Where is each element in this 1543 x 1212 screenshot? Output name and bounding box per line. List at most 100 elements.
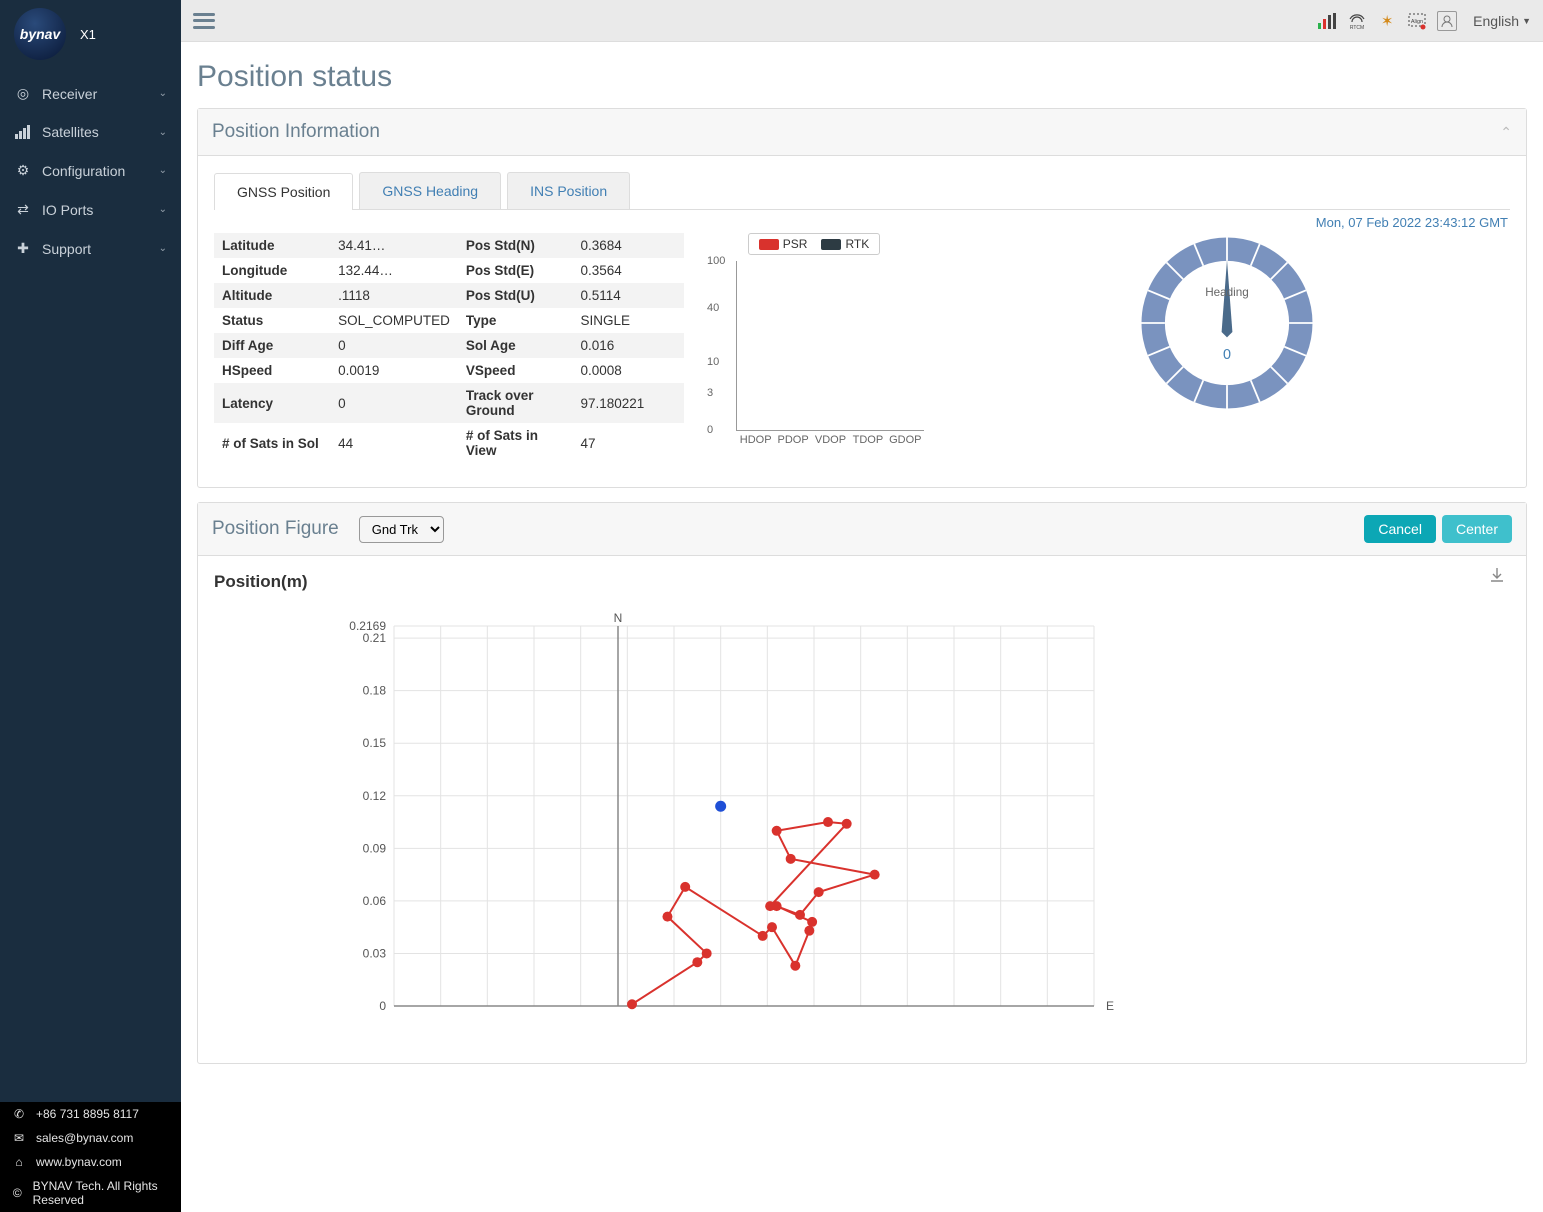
dop-xtick: PDOP: [778, 434, 809, 446]
sidebar-item-satellites[interactable]: Satellites⌄: [0, 113, 181, 151]
track-select[interactable]: Gnd Trk: [359, 516, 444, 543]
panel-position-figure: Position Figure Gnd Trk Cancel Center Po…: [197, 502, 1527, 1064]
sidebar-footer: ✆+86 731 8895 8117 ✉sales@bynav.com ⌂www…: [0, 1102, 181, 1212]
user-icon[interactable]: [1437, 11, 1457, 31]
nav-label: Receiver: [42, 86, 97, 102]
footer-phone: ✆ +86 731 8895 8117: [0, 1102, 181, 1126]
cell-value: 0: [330, 333, 458, 358]
dop-xtick: HDOP: [740, 434, 772, 446]
dop-legend: PSR RTK: [748, 233, 880, 255]
cell-key: # of Sats in View: [458, 423, 573, 463]
brand: bynav X1: [0, 0, 181, 74]
cell-value: 0.3684: [573, 233, 685, 258]
nav-label: Configuration: [42, 163, 125, 179]
chevron-down-icon: ⌄: [159, 243, 167, 254]
cell-value: SINGLE: [573, 308, 685, 333]
signal-icon[interactable]: [1317, 11, 1337, 31]
cell-value: SOL_COMPUTED: [330, 308, 458, 333]
footer-email-text: sales@bynav.com: [36, 1131, 133, 1145]
footer-web: ⌂www.bynav.com: [0, 1150, 181, 1174]
cell-value: 0.0019: [330, 358, 458, 383]
tab-gnss-heading[interactable]: GNSS Heading: [359, 172, 501, 209]
dop-xtick: TDOP: [853, 434, 884, 446]
chevron-down-icon: ▼: [1522, 16, 1531, 26]
dop-chart: PSR RTK 100401030HDOPPDOPVDOPTDOPGDOP: [704, 233, 924, 431]
cancel-button[interactable]: Cancel: [1364, 515, 1436, 543]
tabs: GNSS PositionGNSS HeadingINS Position: [214, 172, 1510, 210]
svg-text:Align: Align: [1411, 19, 1423, 25]
position-figure-title: Position Figure: [212, 518, 339, 540]
table-row: Diff Age0Sol Age0.016: [214, 333, 684, 358]
chevron-down-icon: ⌄: [159, 88, 167, 99]
tab-gnss-position[interactable]: GNSS Position: [214, 173, 353, 210]
cell-value: 0.5114: [573, 283, 685, 308]
heading-gauge: Heading 0: [944, 233, 1510, 413]
cell-key: Latency: [214, 383, 330, 423]
svg-text:0.15: 0.15: [363, 736, 387, 750]
gauge-value: 0: [1223, 347, 1231, 363]
panel-title: Position Information: [212, 121, 380, 143]
phone-icon: ✆: [12, 1107, 26, 1121]
dop-ytick: 3: [707, 387, 713, 399]
svg-text:N: N: [614, 611, 623, 625]
brand-model: X1: [80, 27, 96, 42]
footer-copy-text: BYNAV Tech. All Rights Reserved: [33, 1179, 169, 1207]
chevron-down-icon: ⌄: [159, 165, 167, 176]
svg-text:0.09: 0.09: [363, 841, 387, 855]
dop-ytick: 100: [707, 255, 725, 267]
nav-label: Support: [42, 241, 91, 257]
cell-value: 132.44…: [330, 258, 458, 283]
footer-web-text: www.bynav.com: [36, 1155, 122, 1169]
rtcm-icon[interactable]: RTCM: [1347, 11, 1367, 31]
copyright-icon: ©: [12, 1186, 23, 1200]
hamburger-icon[interactable]: [193, 13, 215, 29]
svg-text:0.12: 0.12: [363, 789, 387, 803]
cell-key: Sol Age: [458, 333, 573, 358]
satellite-icon[interactable]: ✶: [1377, 11, 1397, 31]
chevron-down-icon: ⌄: [159, 127, 167, 138]
nav-icon: ⚙: [14, 162, 32, 179]
table-row: # of Sats in Sol44# of Sats in View47: [214, 423, 684, 463]
tab-ins-position[interactable]: INS Position: [507, 172, 630, 209]
svg-text:0.03: 0.03: [363, 946, 387, 960]
table-row: Altitude.1118Pos Std(U)0.5114: [214, 283, 684, 308]
dop-xtick: VDOP: [815, 434, 846, 446]
sidebar-item-configuration[interactable]: ⚙ Configuration ⌄: [0, 151, 181, 190]
center-button[interactable]: Center: [1442, 515, 1512, 543]
legend-psr-label: PSR: [783, 237, 808, 251]
nav-icon: ✚: [14, 240, 32, 257]
cell-value: 0: [330, 383, 458, 423]
sidebar-item-support[interactable]: ✚ Support ⌄: [0, 229, 181, 268]
cell-key: Pos Std(N): [458, 233, 573, 258]
cell-value: 34.41…: [330, 233, 458, 258]
cell-key: Type: [458, 308, 573, 333]
footer-phone-text: +86 731 8895 8117: [36, 1107, 139, 1121]
cell-key: Diff Age: [214, 333, 330, 358]
timestamp: Mon, 07 Feb 2022 23:43:12 GMT: [214, 210, 1510, 233]
nav-icon: ⇄: [14, 201, 32, 218]
download-icon[interactable]: [1488, 566, 1506, 587]
svg-text:RTCM: RTCM: [1350, 25, 1364, 30]
sidebar-item-receiver[interactable]: ◎Receiver⌄: [0, 74, 181, 113]
sidebar: bynav X1 ◎Receiver⌄Satellites⌄⚙Configura…: [0, 0, 181, 1212]
dop-plot-area: 100401030HDOPPDOPVDOPTDOPGDOP: [736, 261, 924, 431]
sidebar-nav: ◎Receiver⌄Satellites⌄⚙Configuration⌄⇄IO …: [0, 74, 181, 268]
sidebar-item-io-ports[interactable]: ⇄IO Ports⌄: [0, 190, 181, 229]
language-selector[interactable]: English▼: [1473, 13, 1531, 29]
collapse-icon[interactable]: ⌃: [1500, 124, 1512, 141]
table-row: HSpeed0.0019VSpeed0.0008: [214, 358, 684, 383]
cell-value: 0.016: [573, 333, 685, 358]
svg-text:0.21: 0.21: [363, 631, 387, 645]
footer-copy: © BYNAV Tech. All Rights Reserved: [0, 1174, 181, 1212]
nav-icon: [14, 125, 32, 139]
table-row: Latency0Track over Ground97.180221: [214, 383, 684, 423]
topbar: RTCM ✶ Align English▼: [181, 0, 1543, 42]
cell-key: HSpeed: [214, 358, 330, 383]
align-icon[interactable]: Align: [1407, 11, 1427, 31]
dop-xtick: GDOP: [889, 434, 921, 446]
dop-ytick: 10: [707, 356, 719, 368]
legend-rtk-label: RTK: [845, 237, 869, 251]
info-table: Latitude34.41…Pos Std(N)0.3684Longitude1…: [214, 233, 684, 463]
topbar-icons: RTCM ✶ Align English▼: [1317, 11, 1531, 31]
cell-key: # of Sats in Sol: [214, 423, 330, 463]
